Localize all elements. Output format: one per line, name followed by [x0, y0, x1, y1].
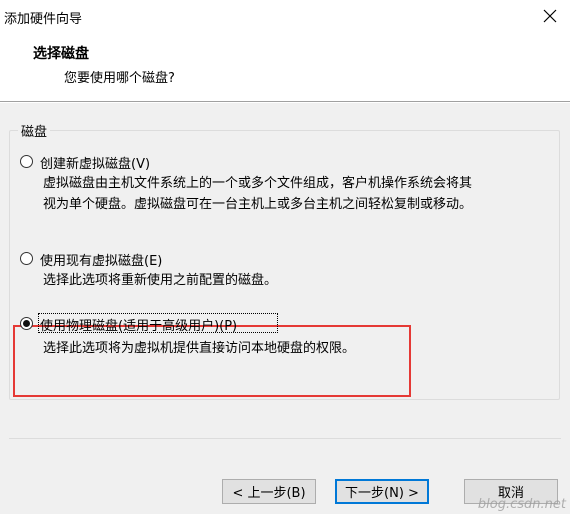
close-button[interactable]: [536, 2, 564, 30]
footer-divider: [9, 438, 561, 439]
option-label-use-existing[interactable]: 使用现有虚拟磁盘(E): [40, 250, 162, 269]
watermark: blog.csdn.net: [477, 497, 566, 512]
wizard-header: 选择磁盘 您要使用哪个磁盘?: [0, 33, 570, 101]
option-label-use-physical[interactable]: 使用物理磁盘(适用于高级用户)(P): [40, 315, 237, 334]
close-icon: [543, 9, 557, 23]
radio-use-existing[interactable]: [20, 252, 33, 265]
radio-create-new[interactable]: [20, 155, 33, 168]
groupbox-label: 磁盘: [18, 121, 51, 140]
page-title: 选择磁盘: [33, 46, 89, 62]
window-title: 添加硬件向导: [4, 12, 83, 27]
wizard-content: 磁盘 创建新虚拟磁盘(V) 虚拟磁盘由主机文件系统上的一个或多个文件组成，客户机…: [0, 103, 570, 514]
option-desc-create-new: 虚拟磁盘由主机文件系统上的一个或多个文件组成，客户机操作系统会将其 视为单个硬盘…: [43, 176, 473, 212]
option-label-create-new[interactable]: 创建新虚拟磁盘(V): [40, 153, 150, 172]
disk-groupbox: 磁盘 创建新虚拟磁盘(V) 虚拟磁盘由主机文件系统上的一个或多个文件组成，客户机…: [9, 121, 560, 400]
radio-use-physical[interactable]: [20, 317, 33, 330]
page-subtitle: 您要使用哪个磁盘?: [64, 71, 175, 86]
back-button[interactable]: < 上一步(B): [222, 479, 316, 504]
highlight-box: [13, 325, 411, 397]
option-desc-use-physical: 选择此选项将为虚拟机提供直接访问本地硬盘的权限。: [43, 341, 356, 356]
next-button[interactable]: 下一步(N) >: [335, 479, 429, 504]
title-bar: 添加硬件向导: [0, 0, 570, 33]
option-desc-use-existing: 选择此选项将重新使用之前配置的磁盘。: [43, 273, 278, 288]
